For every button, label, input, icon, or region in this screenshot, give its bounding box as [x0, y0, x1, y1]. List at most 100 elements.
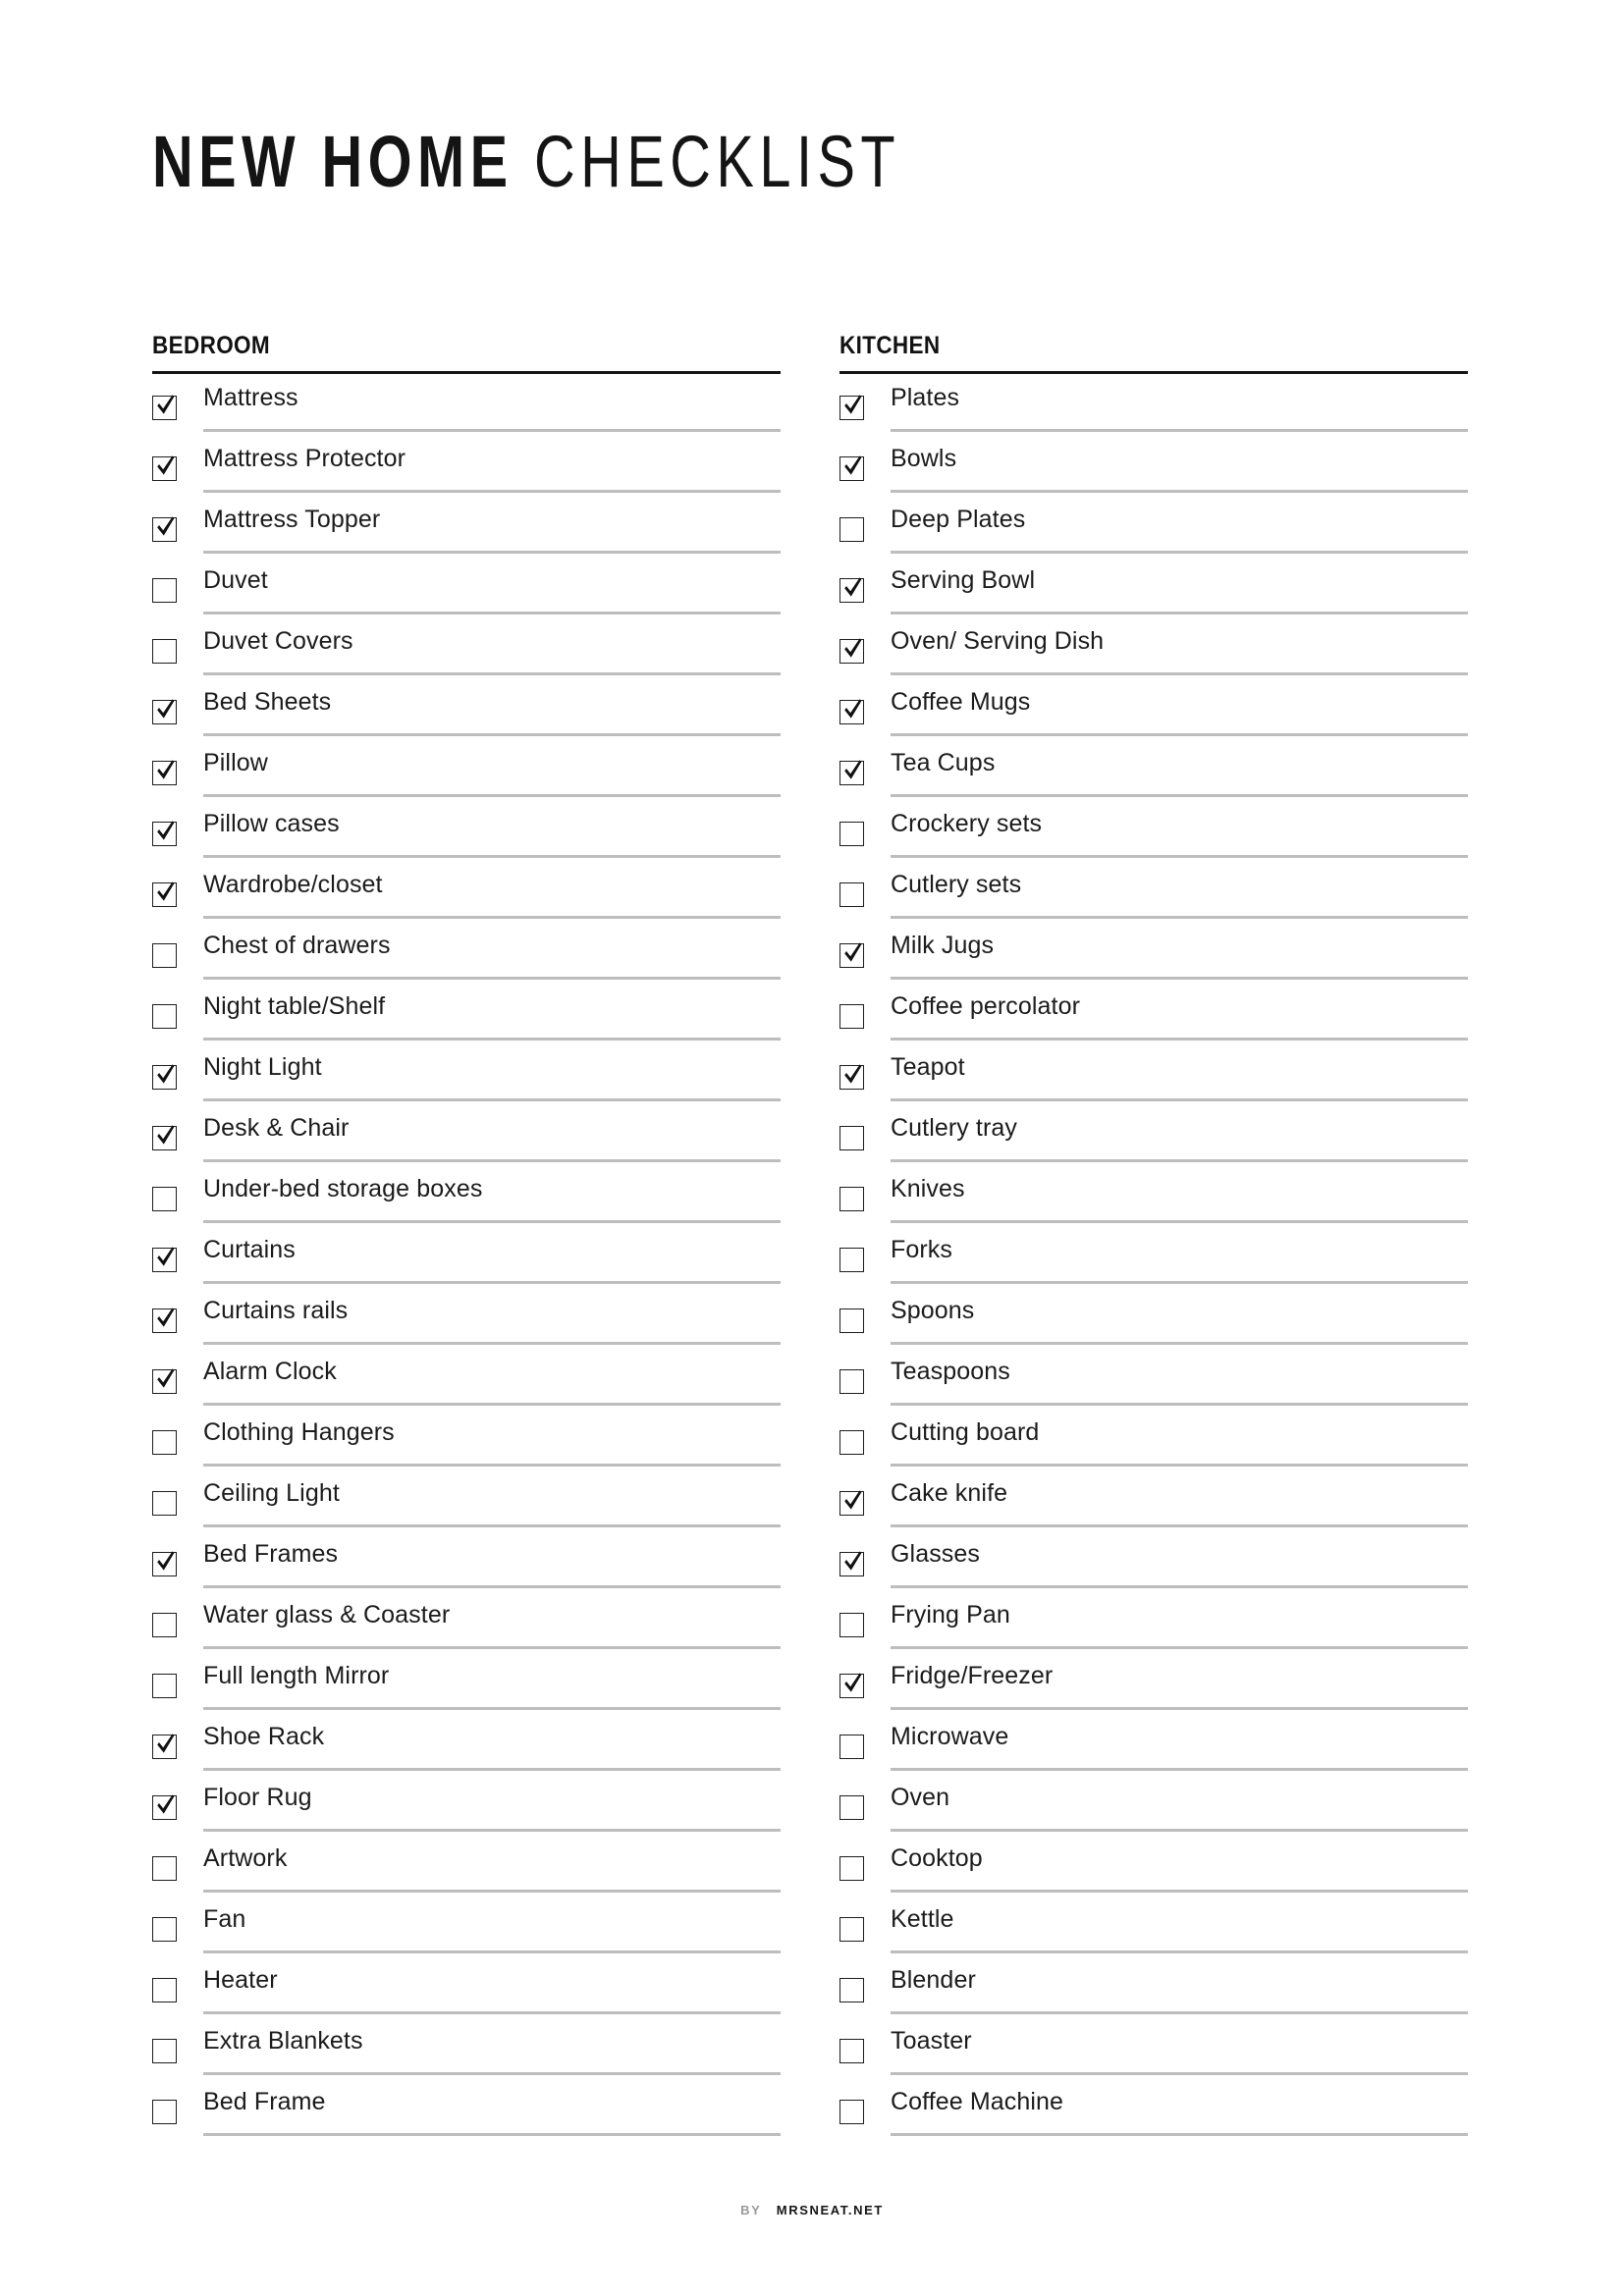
checkbox-cell: [152, 2078, 203, 2133]
checklist-row: Alarm Clock: [152, 1348, 781, 1409]
item-cell: Extra Blankets: [203, 2017, 781, 2075]
checkbox-checked[interactable]: [152, 394, 177, 420]
checkbox-checked[interactable]: [839, 394, 864, 420]
item-cell: Crockery sets: [891, 800, 1468, 858]
item-cell: Water glass & Coaster: [203, 1591, 781, 1649]
checkbox-unchecked[interactable]: [839, 2099, 864, 2124]
checkbox-unchecked[interactable]: [152, 942, 177, 968]
checkbox-cell: [152, 1835, 203, 1890]
checkbox-checked[interactable]: [152, 1793, 177, 1820]
checkbox-unchecked[interactable]: [839, 1734, 864, 1759]
item-cell: Milk Jugs: [891, 922, 1468, 980]
item-label: Extra Blankets: [203, 2027, 363, 2055]
checkbox-unchecked[interactable]: [839, 1247, 864, 1272]
item-label: Mattress Protector: [203, 445, 406, 472]
item-label: Spoons: [891, 1297, 975, 1324]
checkbox-unchecked[interactable]: [839, 1612, 864, 1637]
item-cell: Duvet: [203, 557, 781, 614]
item-cell: Spoons: [891, 1287, 1468, 1345]
checkbox-unchecked[interactable]: [152, 1673, 177, 1698]
checkbox-checked[interactable]: [152, 1246, 177, 1272]
checkbox-checked[interactable]: [152, 698, 177, 724]
checkbox-unchecked[interactable]: [152, 1490, 177, 1516]
checkbox-unchecked[interactable]: [839, 1308, 864, 1333]
checkbox-checked[interactable]: [839, 1672, 864, 1698]
checkbox-checked[interactable]: [152, 881, 177, 907]
checkbox-unchecked[interactable]: [839, 821, 864, 846]
checkbox-unchecked[interactable]: [152, 1855, 177, 1881]
checkbox-unchecked[interactable]: [839, 1855, 864, 1881]
checkbox-checked[interactable]: [152, 1367, 177, 1394]
page-title-suffix: CHECKLIST: [534, 121, 901, 202]
checkbox-unchecked[interactable]: [152, 2099, 177, 2124]
checkbox-checked[interactable]: [152, 1550, 177, 1576]
item-cell: Heater: [203, 1956, 781, 2014]
checkmark-icon: [844, 1550, 862, 1571]
checkbox-checked[interactable]: [839, 698, 864, 724]
checkbox-unchecked[interactable]: [839, 516, 864, 542]
checkbox-unchecked[interactable]: [839, 1977, 864, 2002]
checklist-row: Desk & Chair: [152, 1104, 781, 1165]
checkbox-unchecked[interactable]: [839, 2038, 864, 2063]
item-cell: Cooktop: [891, 1835, 1468, 1893]
checkbox-cell: [839, 557, 891, 612]
checkbox-unchecked[interactable]: [839, 1368, 864, 1394]
checkbox-checked[interactable]: [152, 759, 177, 785]
checkbox-checked[interactable]: [839, 941, 864, 968]
checkbox-unchecked[interactable]: [152, 638, 177, 664]
checkbox-unchecked[interactable]: [152, 577, 177, 603]
checkbox-cell: [839, 1591, 891, 1646]
checkbox-unchecked[interactable]: [839, 1003, 864, 1029]
item-cell: Glasses: [891, 1530, 1468, 1588]
item-label: Forks: [891, 1236, 952, 1263]
checkbox-unchecked[interactable]: [839, 1794, 864, 1820]
checkbox-unchecked[interactable]: [152, 2038, 177, 2063]
checkbox-unchecked[interactable]: [152, 1916, 177, 1942]
item-cell: Coffee Machine: [891, 2078, 1468, 2136]
checkbox-checked[interactable]: [152, 454, 177, 481]
item-cell: Mattress Protector: [203, 435, 781, 493]
item-label: Oven: [891, 1784, 950, 1811]
checkbox-unchecked[interactable]: [152, 1429, 177, 1455]
checkbox-checked[interactable]: [839, 576, 864, 603]
item-label: Desk & Chair: [203, 1114, 350, 1142]
checkbox-checked[interactable]: [152, 515, 177, 542]
checkbox-unchecked[interactable]: [152, 1612, 177, 1637]
checkbox-checked[interactable]: [152, 1124, 177, 1150]
checkbox-unchecked[interactable]: [839, 1429, 864, 1455]
checklist-row: Chest of drawers: [152, 922, 781, 983]
checkbox-checked[interactable]: [152, 1063, 177, 1090]
checkbox-cell: [152, 1348, 203, 1403]
item-cell: Bed Frame: [203, 2078, 781, 2136]
item-label: Clothing Hangers: [203, 1418, 395, 1446]
checkbox-checked[interactable]: [152, 820, 177, 846]
checkbox-checked[interactable]: [152, 1733, 177, 1759]
checkbox-checked[interactable]: [839, 637, 864, 664]
item-cell: Forks: [891, 1226, 1468, 1284]
checklist-column-kitchen: KITCHEN Plates Bowls Deep Plates Serving Bow…: [839, 332, 1468, 2139]
footer-brand-link[interactable]: MRSNEAT.NET: [777, 2203, 884, 2217]
item-label: Frying Pan: [891, 1601, 1010, 1629]
checklist-row: Bed Frames: [152, 1530, 781, 1591]
checkmark-icon: [157, 1063, 175, 1084]
checkbox-unchecked[interactable]: [152, 1977, 177, 2002]
item-label: Toaster: [891, 2027, 972, 2055]
item-cell: Pillow: [203, 739, 781, 797]
checkbox-checked[interactable]: [839, 454, 864, 481]
checkbox-unchecked[interactable]: [839, 1916, 864, 1942]
checklist-row: Pillow: [152, 739, 781, 800]
checkbox-unchecked[interactable]: [839, 1186, 864, 1211]
checkbox-cell: [839, 1104, 891, 1159]
checkbox-checked[interactable]: [839, 1063, 864, 1090]
checkbox-checked[interactable]: [839, 759, 864, 785]
item-label: Bed Frame: [203, 2088, 326, 2115]
checkbox-checked[interactable]: [152, 1307, 177, 1333]
checkbox-unchecked[interactable]: [152, 1003, 177, 1029]
checkbox-unchecked[interactable]: [839, 1125, 864, 1150]
checkbox-checked[interactable]: [839, 1550, 864, 1576]
checkbox-unchecked[interactable]: [152, 1186, 177, 1211]
checkbox-unchecked[interactable]: [839, 881, 864, 907]
checkbox-checked[interactable]: [839, 1489, 864, 1516]
item-cell: Artwork: [203, 1835, 781, 1893]
checkmark-icon: [844, 941, 862, 962]
